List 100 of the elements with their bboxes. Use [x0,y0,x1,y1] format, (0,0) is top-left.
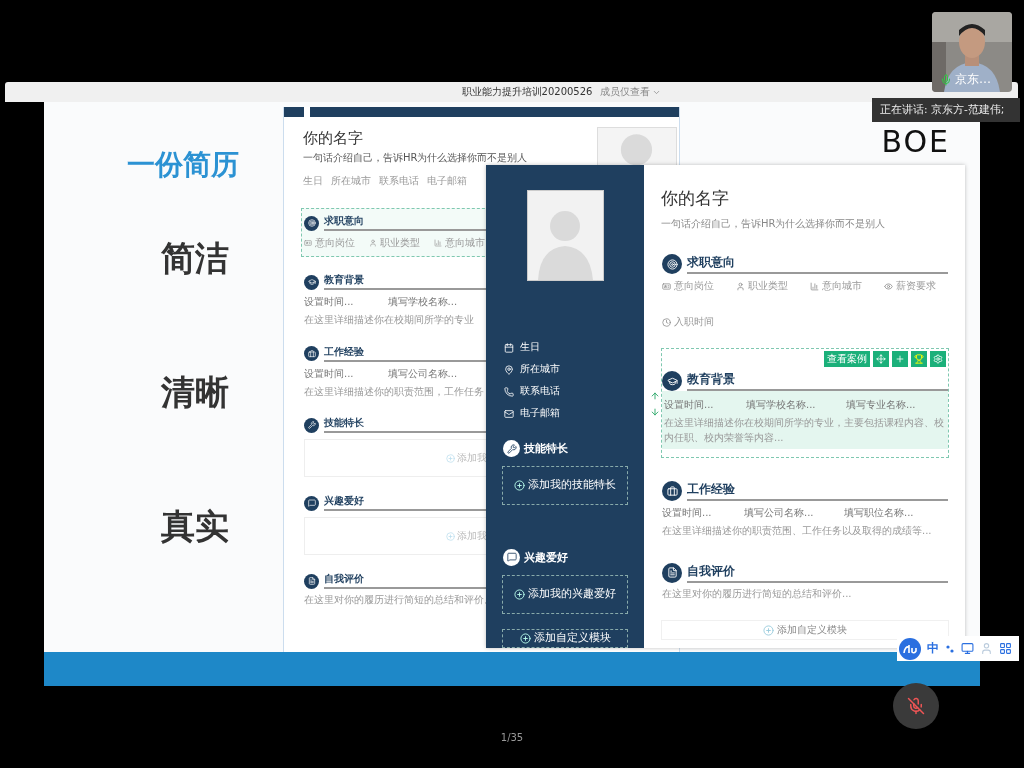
contact-label: 电子邮箱 [427,174,467,188]
trophy-icon [914,354,924,364]
trophy-button[interactable] [911,351,927,367]
add-custom-button[interactable]: 添加自定义模块 [502,628,628,648]
field-label: 薪资要求 [896,279,936,293]
section-title: 自我评价 [687,562,948,583]
plus-circle-icon [514,479,525,491]
grid-icon[interactable] [999,642,1012,655]
graduation-cap-icon [666,375,678,387]
id-card-icon [304,239,312,247]
add-button[interactable]: 添加我的技能特长 [502,466,628,505]
monitor-icon[interactable] [961,642,974,655]
resume-intro: 一句话介绍自己，告诉HR为什么选择你而不是别人 [661,217,887,231]
contact-label: 所在城市 [331,174,371,188]
user-icon[interactable] [980,642,993,655]
contact-label: 所在城市 [520,363,560,377]
resume-intro: 一句话介绍自己，告诉HR为什么选择你而不是别人 [303,151,528,165]
text-input[interactable]: 填写学校名称... [387,295,458,309]
window-title: 职业能力提升培训20200526 [461,85,593,99]
move-button[interactable] [873,351,889,367]
plus-circle-icon [514,588,525,600]
field-label: 职业类型 [380,236,420,250]
plus-icon [895,354,905,364]
mail-icon [504,408,514,419]
text-input[interactable]: 填写职位名称... [844,506,934,520]
field-label: 意向岗位 [315,236,355,250]
mute-button[interactable] [893,683,939,729]
text-input[interactable]: 设置时间... [304,366,354,381]
user-icon [369,239,377,247]
example-button[interactable]: 查看案例 [824,351,870,367]
add-custom-button[interactable]: 添加自定义模块 [661,620,949,640]
bar-chart-icon [434,239,442,247]
phone-icon [504,386,514,397]
plus-circle-icon [763,624,774,636]
map-pin-icon [504,364,514,375]
field-label: 意向岗位 [674,279,714,293]
field-label: 入职时间 [674,315,714,329]
user-icon [736,281,745,291]
speech-bubble-icon [307,499,316,507]
contact-label: 联系电话 [379,174,419,188]
text-input[interactable]: 填写专业名称... [846,398,936,412]
microphone-icon [940,73,952,86]
keyword: 简洁 [161,237,229,280]
add-button[interactable]: 添加我的兴趣爱好 [502,574,628,614]
speaker-tooltip: 正在讲话: 京东方-范建伟; [872,98,1020,122]
plus-circle-icon [446,453,455,463]
field-label: 意向城市 [445,236,485,250]
move-icon [876,354,886,364]
move-up-icon[interactable] [650,391,660,401]
contact-label: 生日 [520,341,540,355]
id-card-icon [662,281,671,291]
clock-icon [662,317,671,327]
section-title: 技能特长 [524,441,568,457]
move-down-icon[interactable] [650,407,660,417]
microphone-muted-icon [907,697,925,715]
description-text: 在这里详细描述你在校期间所学的专业，主要包括课程内容、校内任职、校内荣誉等内容... [664,416,945,445]
input-method-logo-icon[interactable] [899,637,921,660]
settings-button[interactable] [930,351,946,367]
contact-label: 电子邮箱 [520,407,560,421]
field-label: 职业类型 [748,279,788,293]
plus-circle-icon [519,632,531,644]
description-text: 在这里详细描述你在校期间所学的专业 [304,313,475,327]
contact-label: 联系电话 [520,385,560,399]
description-text: 在这里对你的履历进行简短的总结和评价。 [304,593,488,607]
text-input[interactable]: 填写学校名称... [746,398,846,412]
page-counter: 1/35 [500,732,524,743]
logo: BOE [881,124,950,159]
description-text: 在这里详细描述你的职责范围、工作任务以及取得的成绩等... [662,524,933,538]
text-input[interactable]: 设置时间... [664,398,746,412]
text-input[interactable]: 设置时间... [304,295,354,309]
input-mode-toggle[interactable]: 中 [927,640,939,657]
slide-heading: 一份简历 [127,147,239,183]
document-icon [666,567,678,578]
header-bar [284,107,304,117]
contact-label: 生日 [303,174,323,188]
target-icon [307,219,316,227]
text-input[interactable]: 设置时间... [662,506,744,520]
target-icon [666,258,678,270]
text-input[interactable]: 填写公司名称... [744,506,844,520]
calendar-icon [504,342,514,353]
document-icon [307,577,316,585]
description-text: 在这里对你的履历进行简短的总结和评价... [662,586,853,601]
text-input[interactable]: 填写公司名称... [387,366,458,381]
briefcase-icon [666,485,678,497]
section-title: 兴趣爱好 [524,549,568,565]
section-title: 求职意向 [687,254,948,274]
add-button[interactable] [892,351,908,367]
eye-icon [884,281,893,291]
field-label: 意向城市 [822,279,862,293]
plus-circle-icon [446,531,455,541]
keyword: 清晰 [161,371,229,414]
resume-name: 你的名字 [303,129,364,148]
resume-name: 你的名字 [661,187,730,210]
speech-bubble-icon [506,552,517,563]
view-mode-dropdown[interactable]: 成员仅查看 [600,85,662,99]
graduation-cap-icon [307,278,316,286]
wrench-icon [307,421,316,429]
settings-icon [933,354,943,364]
keyword: 真实 [161,505,229,548]
briefcase-icon [307,349,316,358]
